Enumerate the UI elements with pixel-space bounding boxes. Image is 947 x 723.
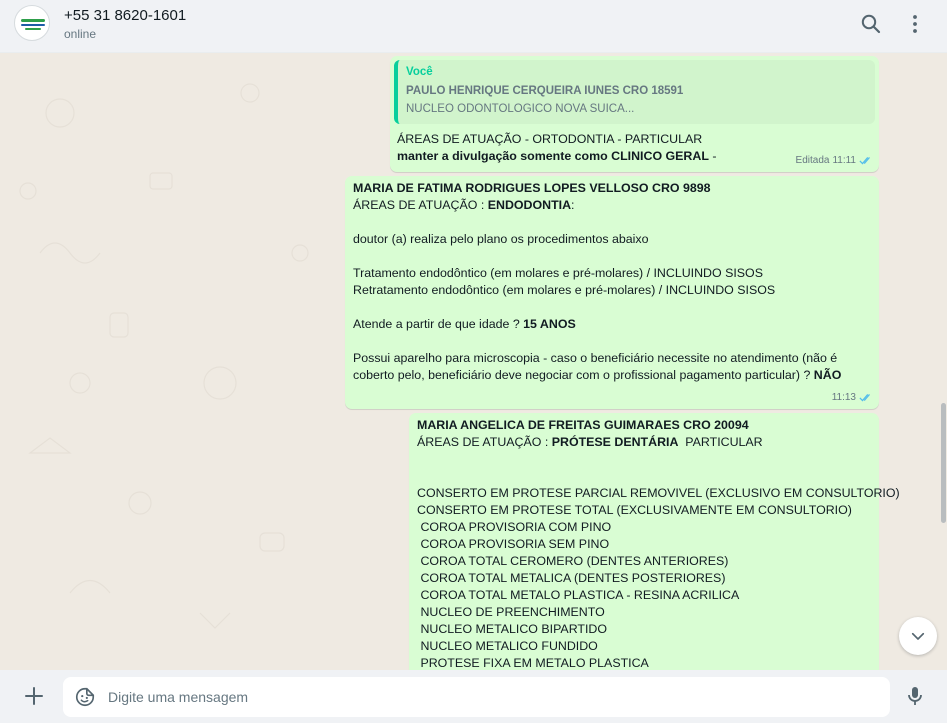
procedure-line: NUCLEO DE PREENCHIMENTO (417, 605, 605, 619)
read-ticks-icon (859, 157, 870, 165)
message-meta: 11:13 (832, 389, 873, 406)
message-text: manter a divulgação somente como CLINICO… (397, 149, 717, 163)
procedure-line: COROA PROVISORIA SEM PINO (417, 537, 610, 551)
message-title: MARIA ANGELICA DE FREITAS GUIMARAES CRO … (417, 418, 749, 432)
message-bubble-outgoing[interactable]: MARIA ANGELICA DE FREITAS GUIMARAES CRO … (409, 413, 900, 670)
procedure-line: COROA PROVISORIA COM PINO (417, 520, 612, 534)
procedure-line: CONSERTO EM PROTESE TOTAL (EXCLUSIVAMENT… (417, 503, 852, 517)
microphone-icon[interactable] (903, 684, 927, 708)
contact-status: online (64, 27, 97, 41)
procedure-line: COROA TOTAL METALICA (DENTES POSTERIORES… (417, 571, 726, 585)
plus-icon[interactable] (22, 684, 46, 708)
procedure-line: COROA TOTAL METALO PLASTICA - RESINA ACR… (417, 588, 740, 602)
message-title: MARIA DE FATIMA RODRIGUES LOPES VELLOSO … (353, 181, 711, 195)
scrollbar[interactable] (940, 53, 947, 670)
edited-label: Editada (795, 155, 830, 166)
message-text: ÁREAS DE ATUAÇÃO : PRÓTESE DENTÁRIA PART… (417, 435, 763, 449)
procedure-line: NUCLEO METALICO BIPARTIDO (417, 622, 608, 636)
chevron-down-icon (911, 632, 925, 640)
sticker-emoji-icon[interactable] (74, 686, 96, 708)
quote-author: Você (406, 66, 433, 78)
message-text: Retratamento endodôntico (em molares e p… (353, 283, 776, 297)
message-text: Possui aparelho para microscopia - caso … (353, 351, 838, 365)
message-text: Tratamento endodôntico (em molares e pré… (353, 266, 763, 280)
menu-icon[interactable] (903, 12, 927, 36)
message-bubble-outgoing[interactable]: Você PAULO HENRIQUE CERQUEIRA IUNES CRO … (390, 56, 879, 172)
message-input[interactable] (108, 677, 878, 717)
procedure-line: NUCLEO METALICO FUNDIDO (417, 639, 598, 653)
avatar[interactable] (14, 5, 50, 41)
quoted-message[interactable]: Você PAULO HENRIQUE CERQUEIRA IUNES CRO … (394, 60, 875, 124)
procedure-line: COROA TOTAL CEROMERO (DENTES ANTERIORES) (417, 554, 729, 568)
message-text: doutor (a) realiza pelo plano os procedi… (353, 232, 649, 246)
procedure-line: PROTESE FIXA EM METALO PLASTICA (417, 656, 649, 670)
procedure-line: CONSERTO EM PROTESE PARCIAL REMOVIVEL (E… (417, 486, 900, 500)
message-time: 11:13 (831, 392, 856, 403)
procedure-list: CONSERTO EM PROTESE PARCIAL REMOVIVEL (E… (417, 485, 900, 670)
logo-mark (25, 28, 41, 30)
scroll-to-bottom-button[interactable] (899, 617, 937, 655)
contact-name[interactable]: +55 31 8620-1601 (64, 7, 186, 24)
message-text: Atende a partir de que idade ? 15 ANOS (353, 317, 576, 331)
message-list[interactable]: Você PAULO HENRIQUE CERQUEIRA IUNES CRO … (0, 53, 947, 670)
message-bubble-outgoing[interactable]: MARIA DE FATIMA RODRIGUES LOPES VELLOSO … (345, 176, 879, 409)
read-ticks-icon (859, 394, 870, 402)
logo-mark (21, 19, 45, 22)
message-text: ÁREAS DE ATUAÇÃO : ENDODONTIA: (353, 198, 575, 212)
scrollbar-thumb[interactable] (941, 403, 946, 523)
search-icon[interactable] (859, 12, 883, 36)
composer-bar (0, 670, 947, 723)
quote-text: PAULO HENRIQUE CERQUEIRA IUNES CRO 18591 (406, 85, 684, 97)
quote-text: NUCLEO ODONTOLOGICO NOVA SUICA... (406, 103, 635, 115)
message-composer[interactable] (63, 677, 890, 717)
message-text: ÁREAS DE ATUAÇÃO - ORTODONTIA - PARTICUL… (397, 132, 703, 146)
message-text: coberto pelo, beneficiário deve negociar… (353, 368, 842, 382)
chat-header: +55 31 8620-1601 online (0, 0, 947, 53)
logo-mark (21, 24, 45, 26)
message-time: 11:11 (832, 155, 856, 166)
message-meta: Editada 11:11 (796, 152, 873, 169)
